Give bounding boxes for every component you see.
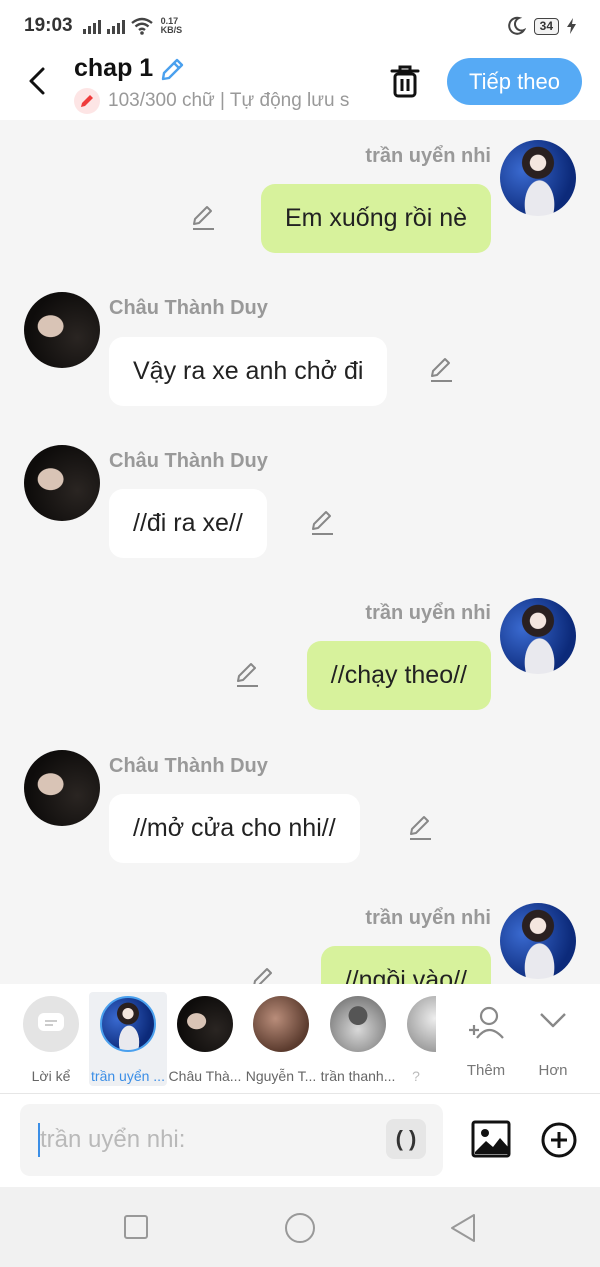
plus-circle-icon[interactable] bbox=[540, 1121, 578, 1159]
message-bubble[interactable]: //ngồi vào// bbox=[320, 946, 491, 984]
avatar bbox=[330, 996, 386, 1052]
character-label: Lời kể bbox=[31, 1068, 71, 1084]
word-count-row: 103/300 chữ | Tự động lưu s bbox=[74, 88, 364, 114]
message-input[interactable]: trần uyển nhi: bbox=[20, 1104, 443, 1176]
chat-area[interactable]: trần uyển nhi Em xuống rồi nè Châu Thành… bbox=[0, 120, 600, 984]
character-tran-uyen-nhi[interactable]: trần uyển ... bbox=[89, 992, 167, 1086]
back-icon[interactable] bbox=[449, 1213, 477, 1243]
net-speed: 0.17 KB/S bbox=[161, 17, 183, 35]
trash-icon[interactable] bbox=[386, 62, 424, 100]
character-unknown[interactable]: ? bbox=[396, 992, 436, 1086]
editor-header: chap 1 103/300 chữ | Tự động lưu s Tiếp … bbox=[0, 52, 600, 120]
narration-icon bbox=[23, 996, 79, 1052]
message-bubble[interactable]: Em xuống rồi nè bbox=[260, 184, 491, 253]
net-speed-unit: KB/S bbox=[160, 25, 183, 35]
back-arrow-icon[interactable] bbox=[22, 64, 56, 98]
system-nav-bar bbox=[0, 1187, 600, 1267]
avatar bbox=[100, 996, 156, 1052]
character-label: trần thanh... bbox=[320, 1068, 396, 1084]
character-nguyen[interactable]: Nguyễn T... bbox=[242, 992, 320, 1086]
more-button[interactable]: Hơn bbox=[514, 992, 592, 1086]
character-label: Châu Thà... bbox=[168, 1068, 242, 1084]
character-chau-thanh-duy[interactable]: Châu Thà... bbox=[166, 992, 244, 1086]
chapter-title: chap 1 bbox=[74, 54, 154, 82]
input-bar: trần uyển nhi: ( ) bbox=[0, 1094, 600, 1187]
avatar[interactable] bbox=[500, 140, 576, 216]
edit-title-icon[interactable] bbox=[158, 56, 186, 84]
avatar bbox=[407, 996, 436, 1052]
battery-level: 34 bbox=[533, 17, 559, 35]
pencil-icon bbox=[74, 88, 100, 114]
wifi-icon bbox=[130, 17, 153, 35]
avatar[interactable] bbox=[500, 598, 576, 674]
input-placeholder: trần uyển nhi: bbox=[40, 1126, 186, 1153]
moon-icon bbox=[507, 16, 526, 35]
sender-name: trần uyển nhi bbox=[365, 145, 491, 167]
avatar[interactable] bbox=[500, 903, 576, 979]
character-tran-thanh[interactable]: trần thanh... bbox=[319, 992, 397, 1086]
sender-name: Châu Thành Duy bbox=[109, 450, 268, 472]
character-selector: Lời kể trần uyển ... Châu Thà... Nguyễn … bbox=[0, 984, 600, 1094]
sender-name: Châu Thành Duy bbox=[109, 755, 268, 777]
chevron-down-icon bbox=[540, 1013, 566, 1028]
message-bubble[interactable]: //chạy theo// bbox=[306, 641, 491, 710]
more-label: Hơn bbox=[538, 1062, 568, 1079]
character-label: ? bbox=[412, 1068, 420, 1084]
signal-icon bbox=[82, 18, 101, 34]
status-bar: 19:03 0.17 KB/S 34 bbox=[0, 0, 600, 52]
message-bubble[interactable]: Vậy ra xe anh chở đi bbox=[109, 337, 388, 406]
parenthesis-button[interactable]: ( ) bbox=[386, 1119, 426, 1159]
edit-message-icon[interactable] bbox=[250, 966, 278, 984]
status-time: 19:03 bbox=[24, 15, 73, 36]
next-button[interactable]: Tiếp theo bbox=[447, 58, 582, 105]
charging-icon bbox=[567, 18, 576, 34]
home-icon[interactable] bbox=[284, 1212, 316, 1244]
word-count-text: 103/300 chữ | Tự động lưu s bbox=[108, 90, 350, 111]
avatar[interactable] bbox=[24, 292, 100, 368]
edit-message-icon[interactable] bbox=[428, 356, 456, 384]
message-bubble[interactable]: //mở cửa cho nhi// bbox=[109, 794, 360, 863]
sender-name: trần uyển nhi bbox=[365, 907, 491, 929]
edit-message-icon[interactable] bbox=[407, 814, 435, 842]
edit-message-icon[interactable] bbox=[309, 509, 337, 537]
avatar bbox=[177, 996, 233, 1052]
sender-name: Châu Thành Duy bbox=[109, 297, 268, 319]
avatar bbox=[253, 996, 309, 1052]
sender-name: trần uyển nhi bbox=[365, 602, 491, 624]
edit-message-icon[interactable] bbox=[234, 661, 262, 689]
add-person-icon bbox=[469, 1006, 504, 1039]
avatar[interactable] bbox=[24, 750, 100, 826]
image-icon[interactable] bbox=[471, 1120, 511, 1158]
character-narration[interactable]: Lời kể bbox=[12, 992, 90, 1086]
edit-message-icon[interactable] bbox=[190, 204, 218, 232]
avatar[interactable] bbox=[24, 445, 100, 521]
message-bubble[interactable]: //đi ra xe// bbox=[109, 489, 267, 558]
signal-icon-2 bbox=[106, 18, 125, 34]
character-label: Nguyễn T... bbox=[245, 1068, 317, 1084]
character-label: trần uyển ... bbox=[91, 1068, 165, 1084]
recents-icon[interactable] bbox=[123, 1214, 149, 1240]
